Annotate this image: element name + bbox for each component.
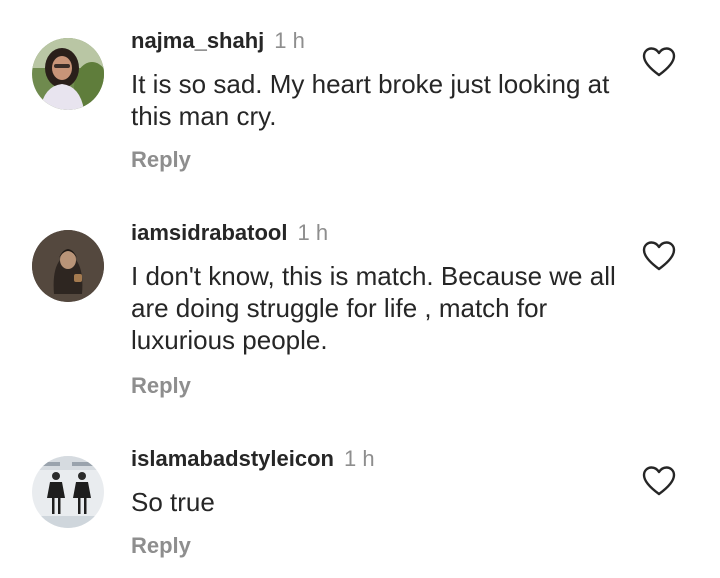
reply-button[interactable]: Reply xyxy=(131,533,191,559)
reply-button[interactable]: Reply xyxy=(131,147,191,173)
username-link[interactable]: najma_shahj xyxy=(131,28,264,53)
avatar[interactable] xyxy=(32,230,104,302)
avatar[interactable] xyxy=(32,456,104,528)
heart-icon[interactable] xyxy=(642,465,676,497)
heart-icon[interactable] xyxy=(642,240,676,272)
username-link[interactable]: iamsidrabatool xyxy=(131,220,287,245)
comment-meta: islamabadstyleicon 1 h xyxy=(131,446,375,472)
avatar-image xyxy=(32,456,104,528)
comment-text: I don't know, this is match. Because we … xyxy=(131,261,616,355)
heart-icon[interactable] xyxy=(642,46,676,78)
timestamp: 1 h xyxy=(343,446,375,471)
comment-text: It is so sad. My heart broke just lookin… xyxy=(131,69,610,131)
timestamp: 1 h xyxy=(297,220,329,245)
avatar[interactable] xyxy=(32,38,104,110)
timestamp: 1 h xyxy=(274,28,305,53)
comment-text: So true xyxy=(131,487,215,517)
avatar-image xyxy=(32,38,104,110)
comment-meta: najma_shahj 1 h xyxy=(131,28,305,54)
username-link[interactable]: islamabadstyleicon xyxy=(131,446,334,471)
avatar-image xyxy=(32,230,104,302)
reply-button[interactable]: Reply xyxy=(131,373,191,399)
comment-meta: iamsidrabatool 1 h xyxy=(131,220,328,246)
